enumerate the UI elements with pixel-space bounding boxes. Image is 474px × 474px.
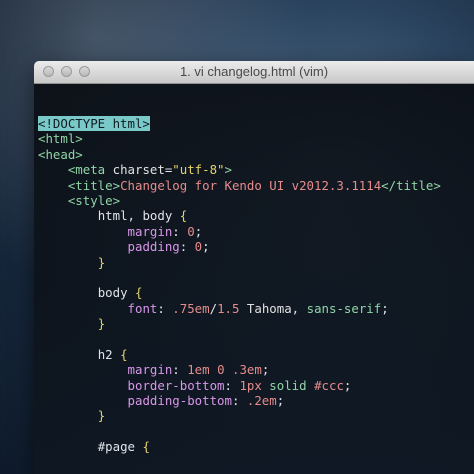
code-line: h2 {	[38, 347, 441, 362]
code-token: }	[97, 316, 106, 332]
code-token: :	[172, 223, 188, 239]
code-token: html, body	[97, 208, 180, 224]
code-token: ;	[381, 300, 389, 316]
code-token: .75em	[172, 300, 210, 316]
code-line: <meta charset="utf-8">	[38, 162, 441, 177]
code-line: <!DOCTYPE html>	[38, 116, 441, 131]
code-token: ;	[343, 377, 352, 393]
code-token: 0	[187, 223, 195, 239]
code-line: padding: 0;	[38, 239, 441, 254]
code-token: solid	[269, 377, 307, 393]
code-token: sans-serif	[306, 300, 382, 316]
code-token: }	[97, 254, 106, 270]
code-token: >	[224, 162, 232, 178]
code-token: font	[127, 300, 158, 316]
terminal-window: 1. vi changelog.html (vim) <!DOCTYPE htm…	[34, 61, 474, 474]
code-line: font: .75em/1.5 Tahoma, sans-serif;	[38, 301, 441, 316]
code-token: <meta	[67, 162, 113, 178]
code-token: <html>	[38, 131, 83, 147]
code-token: ;	[202, 239, 210, 255]
code-token: margin	[127, 223, 173, 239]
code-token: {	[142, 439, 150, 455]
code-token: :	[157, 300, 173, 316]
code-token: "utf-8"	[172, 162, 225, 178]
code-token: #page	[97, 439, 143, 455]
code-token: 1px	[239, 377, 262, 393]
code-token: 1em	[187, 362, 210, 378]
code-token: body	[97, 285, 135, 301]
code-token: .2em	[246, 393, 277, 409]
code-token: 1.5	[217, 300, 240, 316]
code-token: Changelog for Kendo UI v2012.3.1114	[120, 177, 382, 193]
code-line: border-bottom: 1px solid #ccc;	[38, 378, 441, 393]
code-token: margin	[127, 362, 173, 378]
code-line: margin: 1em 0 .3em;	[38, 362, 441, 377]
code-token: padding	[127, 239, 180, 255]
code-line: <style>	[38, 193, 441, 208]
code-token: <style>	[67, 192, 121, 208]
terminal-content[interactable]: <!DOCTYPE html> <html> <head> <meta charse…	[34, 84, 474, 474]
code-line: }	[38, 255, 441, 270]
vim-buffer[interactable]: <!DOCTYPE html> <html> <head> <meta charse…	[38, 116, 441, 455]
code-token: .3em	[232, 362, 262, 378]
code-token: <!DOCTYPE html>	[38, 116, 150, 131]
code-token: /	[209, 300, 218, 316]
code-token: padding-bottom	[127, 393, 232, 409]
code-line: margin: 0;	[38, 224, 441, 239]
code-line: }	[38, 408, 441, 423]
code-token: </title>	[381, 177, 441, 193]
code-token: :	[179, 239, 195, 255]
code-token: Tahoma,	[239, 300, 307, 316]
window-title: 1. vi changelog.html (vim)	[179, 64, 329, 79]
code-token: <head>	[38, 146, 83, 162]
window-titlebar[interactable]: 1. vi changelog.html (vim)	[34, 61, 474, 84]
code-token: 0	[217, 362, 225, 378]
code-token: border-bottom	[127, 377, 225, 393]
code-line: <head>	[38, 147, 441, 162]
code-token: :	[172, 362, 188, 378]
code-token: {	[135, 285, 143, 301]
code-token: }	[97, 408, 106, 424]
code-line: #page {	[38, 439, 441, 454]
code-token: :	[231, 393, 247, 409]
code-token: charset	[112, 162, 165, 178]
code-token: #ccc	[314, 377, 344, 393]
code-line: padding-bottom: .2em;	[38, 393, 441, 408]
code-token: ;	[194, 223, 203, 239]
code-line: <title>Changelog for Kendo UI v2012.3.11…	[38, 178, 441, 193]
code-token: ;	[276, 393, 285, 409]
code-token: {	[179, 208, 188, 224]
code-token: h2	[97, 346, 121, 362]
code-token: {	[120, 346, 128, 362]
code-line: body {	[38, 285, 441, 300]
code-line: }	[38, 316, 441, 331]
code-line: html, body {	[38, 208, 441, 223]
code-line: <html>	[38, 131, 441, 146]
code-token: <title>	[67, 177, 121, 193]
code-token: :	[224, 377, 240, 393]
code-token: ;	[261, 362, 270, 378]
